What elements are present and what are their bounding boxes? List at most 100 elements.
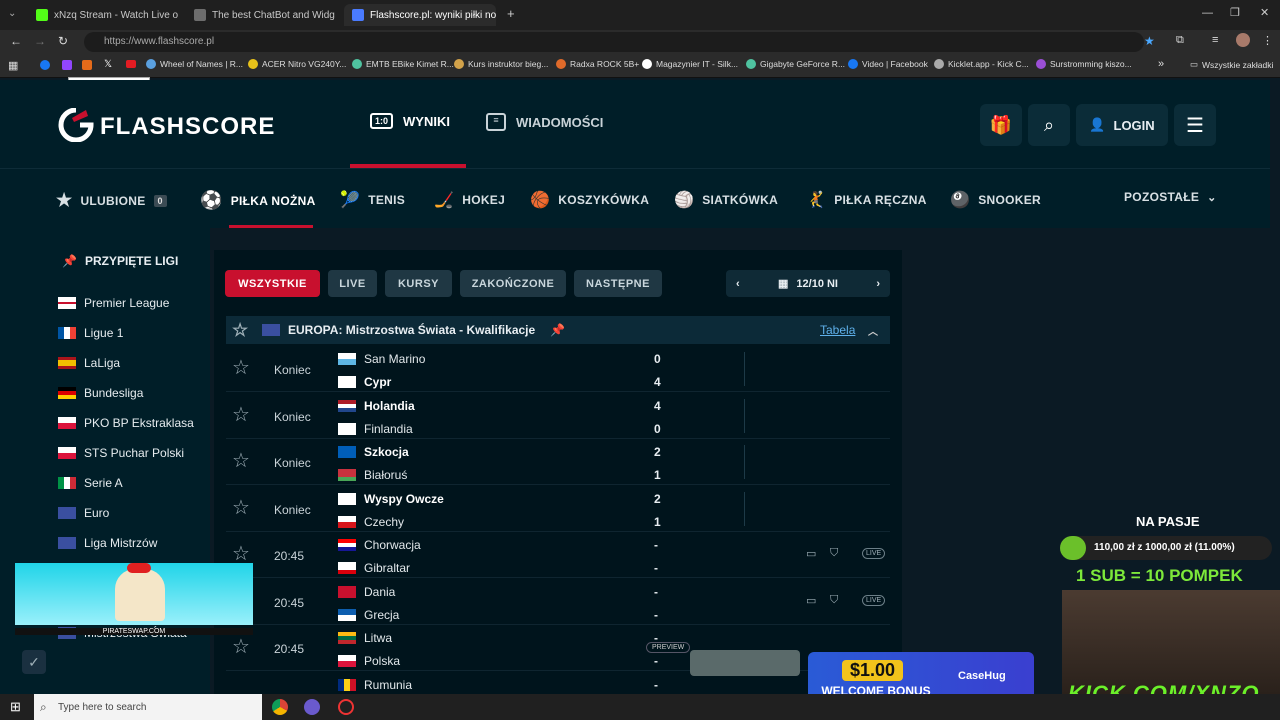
- sport-hockey[interactable]: 🏒 HOKEJ: [434, 190, 505, 210]
- windows-start-icon[interactable]: ⊞: [10, 699, 21, 715]
- all-bookmarks[interactable]: ▭ Wszystkie zakładki: [1190, 59, 1273, 70]
- star-icon[interactable]: ☆: [232, 320, 248, 341]
- league-header[interactable]: ☆ EUROPA: Mistrzostwa Świata - Kwalifika…: [226, 316, 890, 344]
- bookmark-star-icon[interactable]: ★: [1144, 34, 1155, 48]
- gift-icon[interactable]: 🎁: [980, 104, 1022, 146]
- jersey-icon[interactable]: ⛉: [830, 547, 838, 560]
- bookmark-1[interactable]: Wheel of Names | R...: [146, 59, 243, 69]
- taskbar-search-input[interactable]: ⌕ Type here to search: [34, 694, 262, 720]
- sport-volleyball[interactable]: 🏐 SIATKÓWKA: [674, 190, 778, 210]
- window-close-icon[interactable]: ✕: [1260, 6, 1269, 19]
- bookmark-9[interactable]: Kicklet.app - Kick C...: [934, 59, 1029, 69]
- bookmark-5[interactable]: Radxa ROCK 5B+: [556, 59, 639, 69]
- flashscore-logo-icon[interactable]: [58, 108, 94, 142]
- filter-all[interactable]: WSZYSTKIE: [225, 270, 320, 297]
- reload-icon[interactable]: ↻: [58, 34, 68, 48]
- sidebar-league-item[interactable]: LaLiga: [58, 356, 120, 370]
- extensions-icon[interactable]: ⧉: [1176, 34, 1184, 47]
- tv-icon[interactable]: ▭: [806, 594, 816, 607]
- sidebar-league-item[interactable]: PKO BP Ekstraklasa: [58, 416, 194, 430]
- bookmark-8[interactable]: Video | Facebook: [848, 59, 928, 69]
- filter-live[interactable]: LIVE: [328, 270, 377, 297]
- live-badge[interactable]: LIVE: [862, 548, 886, 559]
- sport-football[interactable]: ⚽ PIŁKA NOŻNA: [200, 190, 316, 211]
- tab-chatbot[interactable]: The best ChatBot and Widg ✕: [186, 4, 336, 26]
- obs-taskbar-icon[interactable]: [338, 699, 354, 715]
- star-icon[interactable]: ☆: [232, 405, 250, 425]
- tab-list-icon[interactable]: ⌄: [8, 8, 16, 19]
- chevron-left-icon[interactable]: ‹: [736, 278, 740, 290]
- minimize-icon[interactable]: —: [1202, 7, 1213, 19]
- sidebar-league-item[interactable]: Ligue 1: [58, 326, 123, 340]
- chevron-right-icon[interactable]: ›: [876, 278, 880, 290]
- filter-odds[interactable]: KURSY: [385, 270, 452, 297]
- app-taskbar-icon[interactable]: [304, 699, 320, 715]
- hamburger-menu-icon[interactable]: ☰: [1174, 104, 1216, 146]
- bookmark-label: Video | Facebook: [862, 59, 928, 69]
- match-row[interactable]: ☆ Koniec Szkocja Białoruś 2 1: [226, 439, 890, 485]
- star-icon[interactable]: ☆: [232, 451, 250, 471]
- preview-badge[interactable]: PREVIEW: [646, 642, 691, 653]
- nav-wyniki[interactable]: 1:0 WYNIKI: [370, 113, 450, 129]
- sport-favorites[interactable]: ★ ULUBIONE 0: [56, 190, 167, 211]
- match-row[interactable]: ☆ Koniec San Marino Cypr 0 4: [226, 346, 890, 392]
- tab-kick[interactable]: xNzq Stream - Watch Live on K ✕: [28, 4, 178, 26]
- chevron-up-icon[interactable]: ︿: [868, 323, 878, 338]
- twitch-icon[interactable]: [62, 60, 72, 70]
- match-row[interactable]: ☆ Koniec Holandia Finlandia 4 0: [226, 393, 890, 439]
- profile-avatar[interactable]: [1236, 33, 1250, 47]
- x-icon[interactable]: 𝕏: [104, 59, 112, 70]
- sport-snooker[interactable]: 🎱 SNOOKER: [950, 190, 1041, 210]
- nav-wiadomosci[interactable]: ≡ WIADOMOŚCI: [486, 113, 603, 131]
- sport-more-dropdown[interactable]: POZOSTAŁE ⌄: [1124, 190, 1217, 204]
- sidebar-league-item[interactable]: STS Puchar Polski: [58, 446, 184, 460]
- media-icon[interactable]: ≡: [1212, 34, 1218, 46]
- sidebar-league-item[interactable]: Bundesliga: [58, 386, 143, 400]
- more-bookmarks-icon[interactable]: »: [1158, 58, 1164, 70]
- table-link[interactable]: Tabela: [820, 323, 855, 337]
- forward-icon[interactable]: →: [34, 34, 46, 48]
- bookmark-orange-icon[interactable]: [82, 60, 92, 70]
- tab-flashscore[interactable]: Flashscore.pl: wyniki piłki nożne ✕: [344, 4, 496, 26]
- pin-icon[interactable]: 📌: [550, 323, 565, 337]
- match-row[interactable]: ☆ Koniec Wyspy Owcze Czechy 2 1: [226, 486, 890, 532]
- restore-icon[interactable]: ❐: [1230, 6, 1240, 19]
- youtube-icon[interactable]: [126, 60, 136, 68]
- shield-check-icon[interactable]: ✓: [22, 650, 46, 674]
- live-badge[interactable]: LIVE: [862, 594, 886, 606]
- sidebar-league-item[interactable]: Liga Mistrzów: [58, 536, 157, 550]
- sidebar-league-item[interactable]: Premier League: [58, 296, 169, 310]
- bookmark-6[interactable]: Magazynier IT - Silk...: [642, 59, 738, 69]
- search-icon[interactable]: ⌕: [1028, 104, 1070, 146]
- sport-tennis[interactable]: 🎾 TENIS: [340, 190, 405, 210]
- sport-basketball[interactable]: 🏀 KOSZYKÓWKA: [530, 190, 649, 210]
- apps-icon[interactable]: ▦: [8, 59, 18, 72]
- facebook-icon[interactable]: [40, 60, 50, 70]
- bookmark-10[interactable]: Surstromming kiszo...: [1036, 59, 1132, 69]
- star-icon[interactable]: ☆: [232, 358, 250, 378]
- bookmark-2[interactable]: ACER Nitro VG240Y...: [248, 59, 346, 69]
- star-icon[interactable]: ☆: [232, 637, 250, 657]
- bookmark-3[interactable]: EMTB EBike Kimet R...: [352, 59, 454, 69]
- filter-finished[interactable]: ZAKOŃCZONE: [460, 270, 566, 297]
- star-icon[interactable]: ☆: [232, 544, 250, 564]
- date-picker[interactable]: ‹ ▦ 12/10 NI ›: [726, 270, 890, 297]
- sidebar-league-item[interactable]: Euro: [58, 506, 109, 520]
- url-field[interactable]: https://www.flashscore.pl: [84, 32, 1144, 52]
- match-row[interactable]: ☆ 20:45 Chorwacja Gibraltar - - ▭ ⛉ LIVE: [226, 532, 890, 578]
- menu-kebab-icon[interactable]: ⋮: [1262, 34, 1273, 47]
- bookmark-7[interactable]: Gigabyte GeForce R...: [746, 59, 845, 69]
- new-tab-icon[interactable]: +: [507, 6, 515, 21]
- jersey-icon[interactable]: ⛉: [830, 594, 838, 607]
- sport-handball[interactable]: 🤾 PIŁKA RĘCZNA: [806, 190, 927, 210]
- filter-upcoming[interactable]: NASTĘPNE: [574, 270, 662, 297]
- back-icon[interactable]: ←: [10, 34, 22, 48]
- star-icon[interactable]: ☆: [232, 498, 250, 518]
- tv-icon[interactable]: ▭: [806, 547, 816, 560]
- match-row[interactable]: ☆20:45DaniaGrecja--▭⛉LIVE: [226, 579, 890, 625]
- login-button[interactable]: 👤 LOGIN: [1076, 104, 1168, 146]
- bookmark-4[interactable]: Kurs instruktor bieg...: [454, 59, 548, 69]
- site-logo[interactable]: FLASHSCORE: [100, 113, 275, 141]
- chrome-taskbar-icon[interactable]: [272, 699, 288, 715]
- sidebar-league-item[interactable]: Serie A: [58, 476, 123, 490]
